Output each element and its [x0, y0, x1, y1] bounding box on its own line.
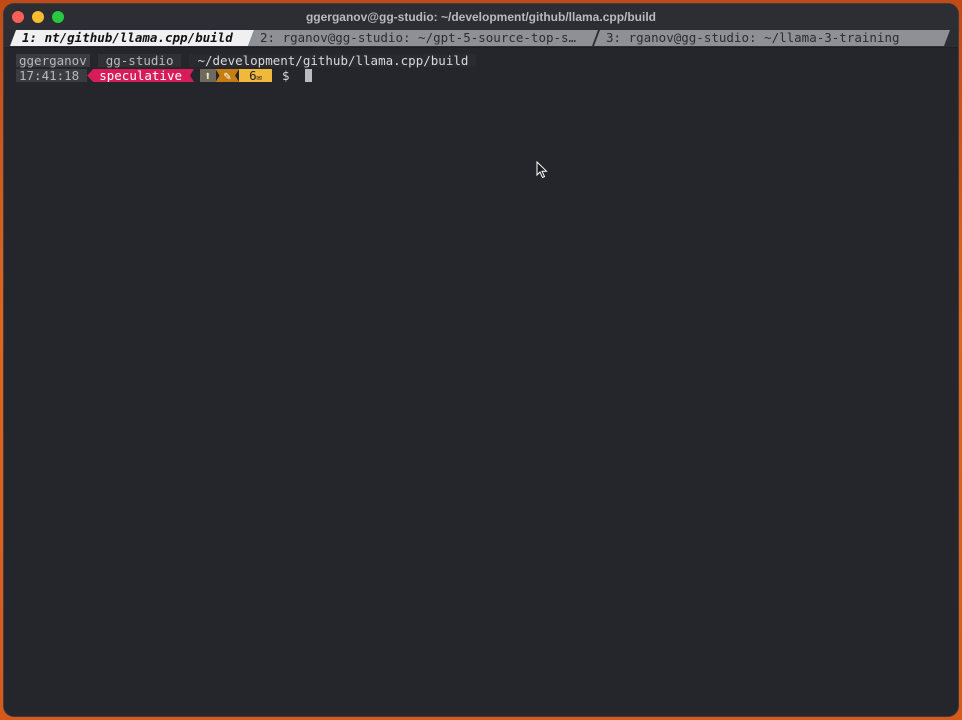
stash-icon: ✉: [256, 73, 263, 83]
title-bar: ggerganov@gg-studio: ~/development/githu…: [4, 4, 958, 29]
mouse-pointer-icon: [536, 161, 548, 179]
git-stash-badge: 6✉: [239, 68, 273, 83]
prompt-symbol: $: [282, 68, 290, 83]
tab-3[interactable]: 3: rganov@gg-studio: ~/llama-3-training: [594, 30, 950, 46]
minimize-icon[interactable]: [32, 11, 44, 23]
git-stash-count: 6: [249, 68, 257, 83]
terminal-content[interactable]: ggerganov gg-studio ~/development/github…: [4, 48, 958, 83]
prompt-host: gg-studio: [97, 54, 182, 67]
tab-2[interactable]: 2: rganov@gg-studio: ~/gpt-5-source-top-…: [248, 30, 598, 46]
window-controls: [12, 11, 64, 23]
git-dirty-icon: ✎: [216, 69, 240, 82]
git-branch-badge: speculative: [87, 69, 194, 82]
terminal-window: ggerganov@gg-studio: ~/development/githu…: [4, 4, 958, 716]
close-icon[interactable]: [12, 11, 24, 23]
prompt-user: ggerganov: [16, 54, 90, 67]
tab-1[interactable]: 1: nt/github/llama.cpp/build: [10, 30, 254, 46]
git-ahead-icon: ⬆: [200, 69, 216, 82]
prompt-line-2: 17:41:18 speculative ⬆ ✎ 6✉ $: [16, 68, 946, 83]
window-title: ggerganov@gg-studio: ~/development/githu…: [305, 9, 657, 24]
maximize-icon[interactable]: [52, 11, 64, 23]
prompt-time: 17:41:18: [16, 69, 88, 82]
prompt-path: ~/development/github/llama.cpp/build: [189, 54, 477, 67]
tab-bar: 1: nt/github/llama.cpp/build 2: rganov@g…: [4, 29, 958, 48]
prompt-line-1: ggerganov gg-studio ~/development/github…: [16, 53, 946, 68]
text-cursor: [304, 69, 312, 82]
